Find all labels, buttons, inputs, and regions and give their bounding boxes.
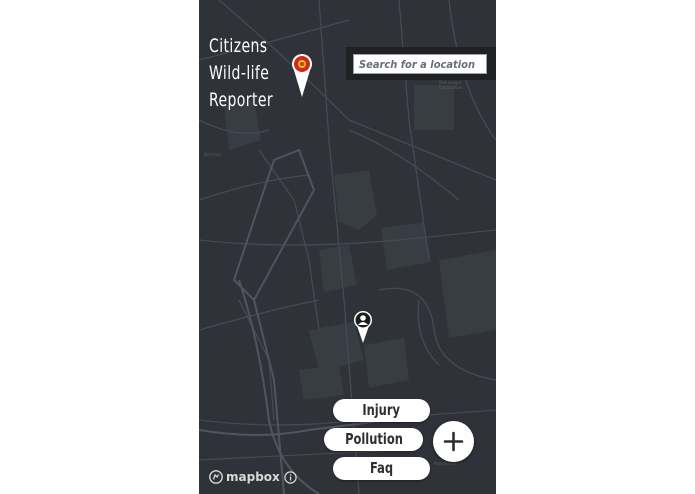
mapbox-attribution-text: mapbox <box>226 470 280 484</box>
injury-button-label: Injury <box>362 401 401 419</box>
app-title-line-3: Reporter <box>209 89 274 111</box>
mapbox-attribution[interactable]: mapbox <box>209 469 297 485</box>
app-screen: Bird lake Mahanagar Corporation Parking … <box>199 0 496 494</box>
svg-text:Bird lake: Bird lake <box>204 152 222 157</box>
svg-text:Corporation: Corporation <box>439 85 463 90</box>
pollution-button-label: Pollution <box>344 430 403 448</box>
app-title-line-2: Wild-life <box>209 62 270 84</box>
app-title-line-1: Citizens <box>209 35 268 57</box>
user-location-pin-icon[interactable] <box>353 311 373 343</box>
add-report-button[interactable] <box>433 421 474 462</box>
plus-icon <box>443 431 464 452</box>
injury-button[interactable]: Injury <box>333 399 430 422</box>
search-input[interactable] <box>353 54 487 74</box>
faq-button[interactable]: Faq <box>333 457 430 480</box>
app-title: Citizens Wild-life Reporter <box>209 33 273 114</box>
pollution-button[interactable]: Pollution <box>324 428 423 451</box>
faq-button-label: Faq <box>369 459 394 477</box>
info-icon[interactable] <box>284 470 297 484</box>
wildlife-report-pin-icon[interactable] <box>291 53 313 97</box>
mapbox-logo-icon <box>209 470 223 484</box>
